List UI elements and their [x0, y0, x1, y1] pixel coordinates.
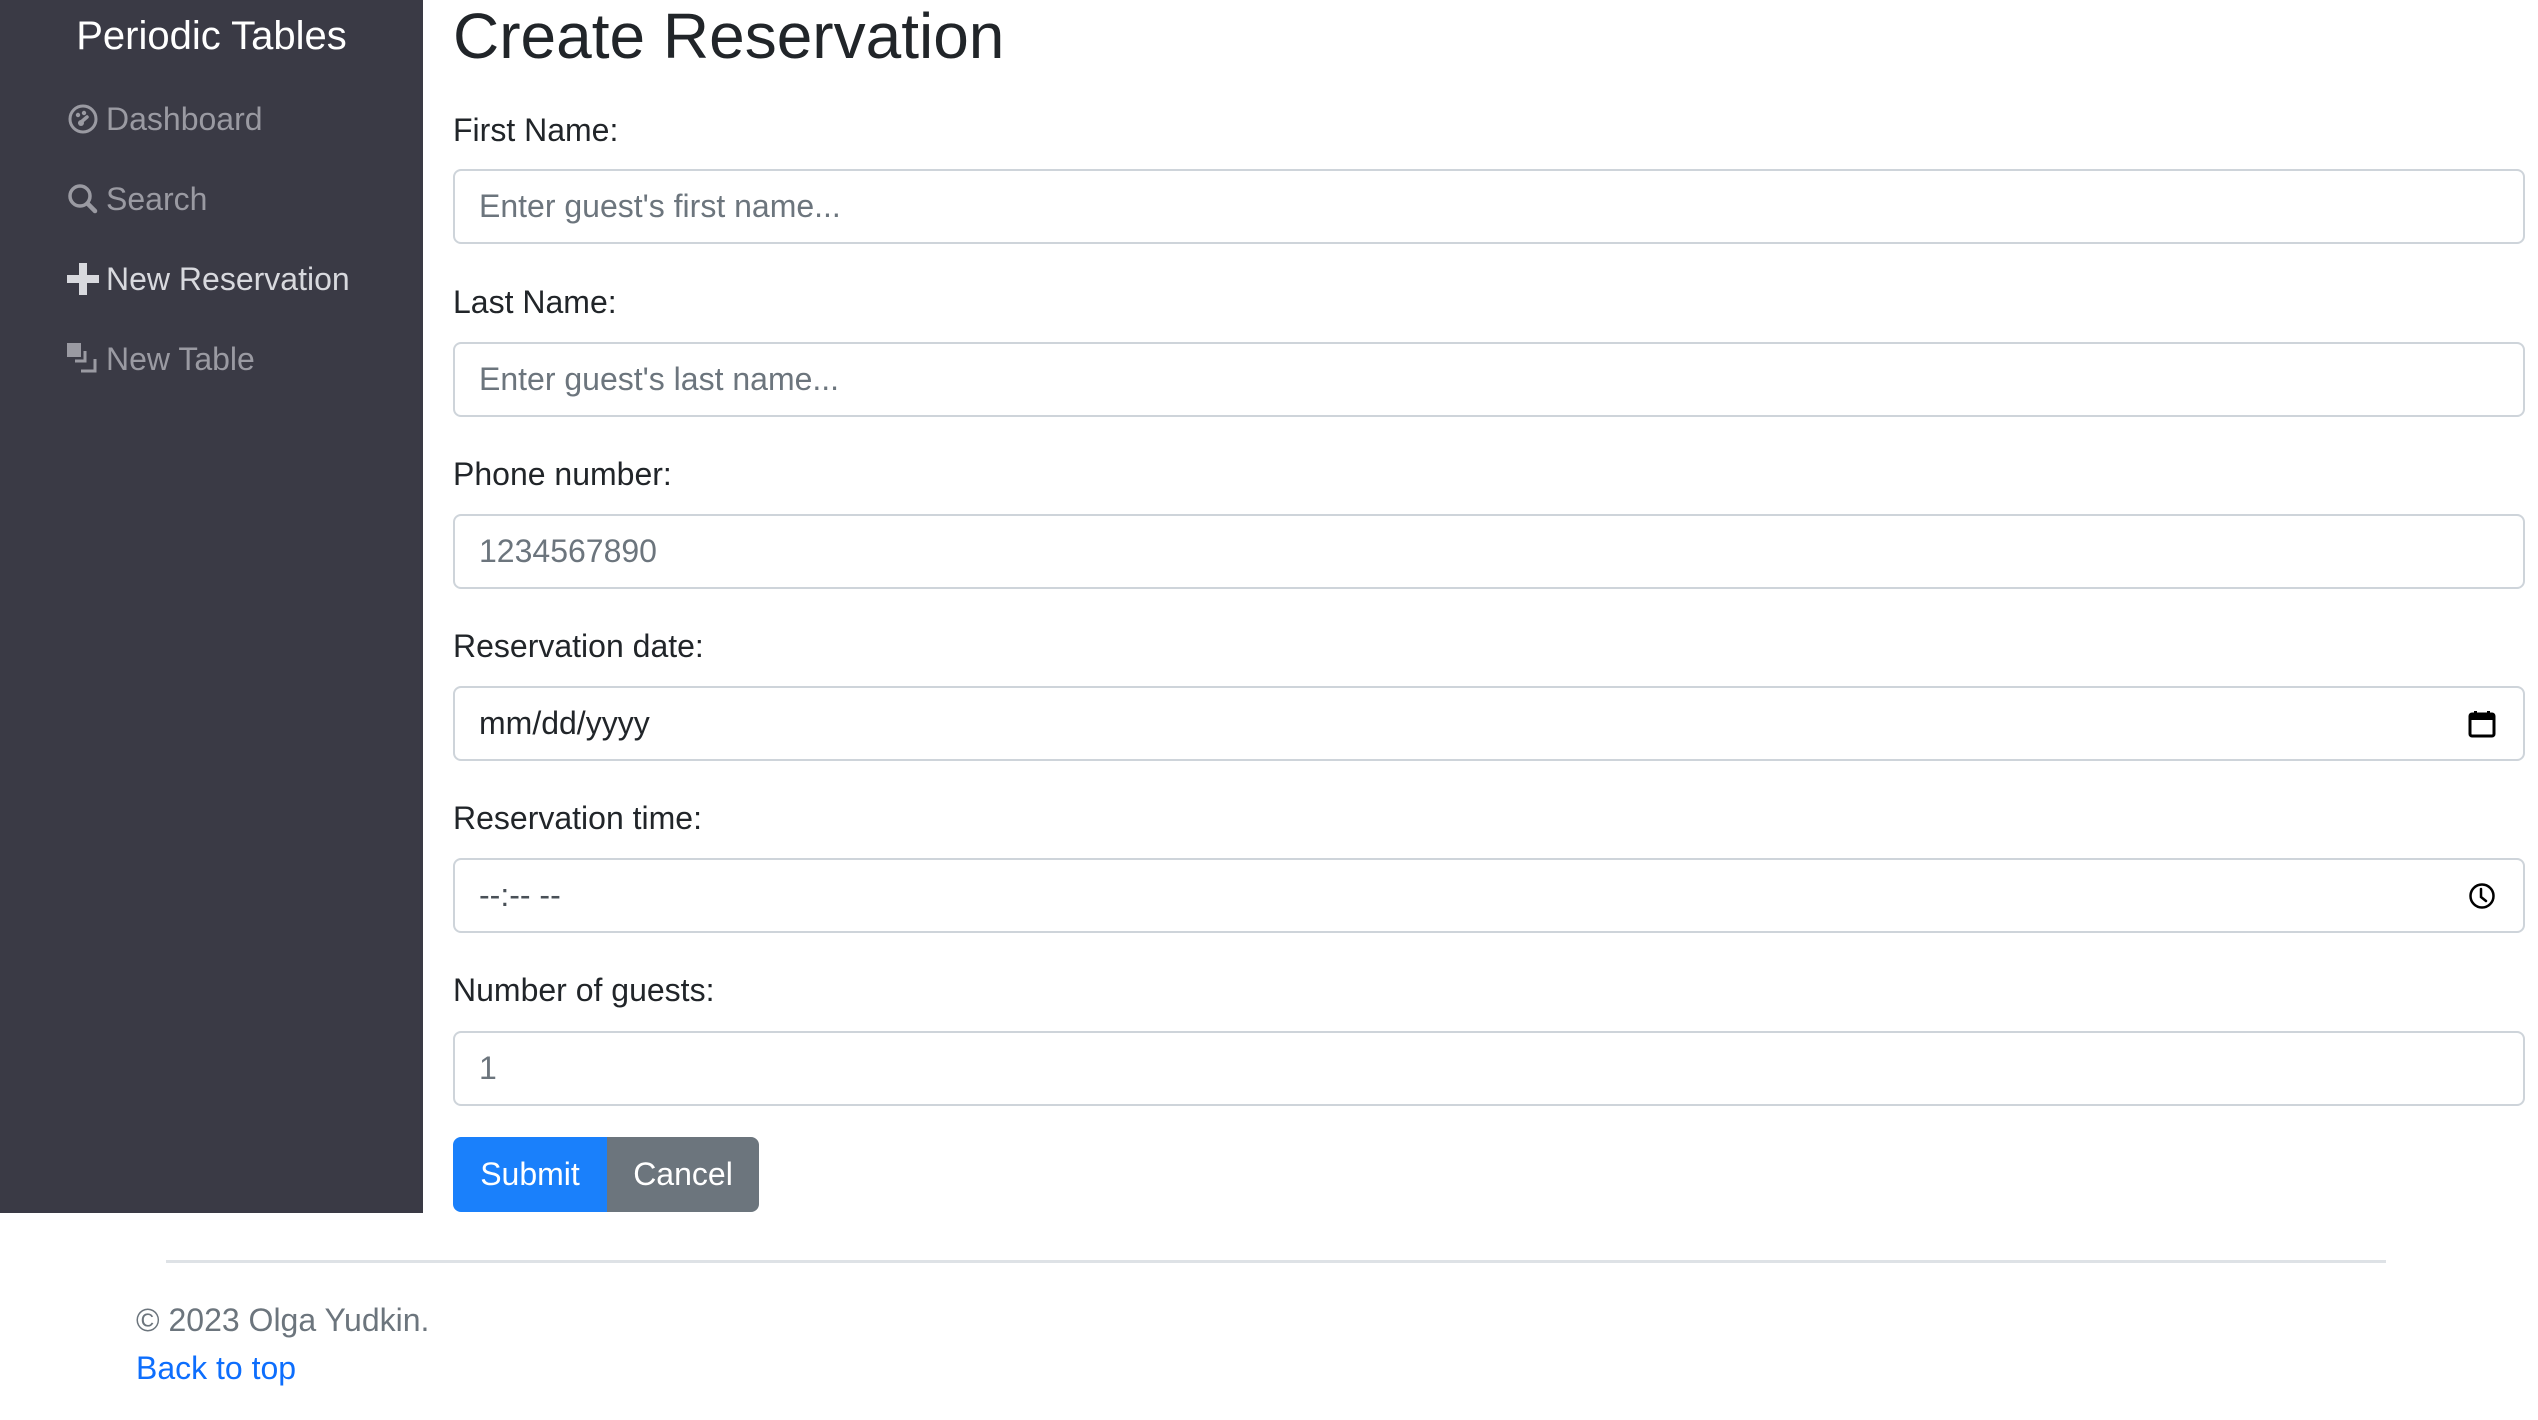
sidebar-item-label: New Table	[106, 340, 255, 377]
footer-divider	[166, 1260, 2386, 1263]
time-input-display: --:-- --	[479, 877, 561, 913]
sidebar-item-label: Search	[106, 180, 208, 217]
sidebar-item-label: New Reservation	[106, 260, 350, 297]
sidebar-item-new-reservation[interactable]: New Reservation	[66, 254, 350, 304]
date-input-display: mm/dd/yyyy	[479, 705, 650, 741]
time-label: Reservation time:	[453, 800, 702, 836]
footer-copyright: © 2023 Olga Yudkin.	[136, 1302, 430, 1338]
cancel-button[interactable]: Cancel	[607, 1137, 759, 1212]
dashboard-icon	[66, 102, 100, 136]
sidebar: Periodic Tables Dashboard Search New Res…	[0, 0, 423, 1213]
layers-icon	[66, 342, 100, 376]
back-to-top-link[interactable]: Back to top	[136, 1348, 296, 1388]
calendar-icon[interactable]	[2465, 707, 2499, 741]
clock-icon[interactable]	[2465, 879, 2499, 913]
submit-button[interactable]: Submit	[453, 1137, 607, 1212]
people-field-wrapper	[453, 1031, 2525, 1106]
plus-icon	[66, 262, 100, 296]
phone-label: Phone number:	[453, 456, 672, 492]
sidebar-item-dashboard[interactable]: Dashboard	[66, 94, 263, 144]
time-input[interactable]: --:-- --	[453, 858, 2525, 933]
first-name-input[interactable]	[479, 188, 2499, 225]
phone-input[interactable]	[479, 533, 2499, 570]
last-name-field-wrapper	[453, 342, 2525, 417]
sidebar-item-new-table[interactable]: New Table	[66, 334, 255, 384]
first-name-label: First Name:	[453, 112, 619, 148]
search-icon	[66, 182, 100, 216]
page-title: Create Reservation	[453, 0, 1005, 72]
last-name-input[interactable]	[479, 361, 2499, 398]
sidebar-item-search[interactable]: Search	[66, 174, 207, 224]
phone-field-wrapper	[453, 514, 2525, 589]
date-input[interactable]: mm/dd/yyyy	[453, 686, 2525, 761]
people-input[interactable]	[479, 1050, 2499, 1087]
people-label: Number of guests:	[453, 972, 715, 1008]
sidebar-item-label: Dashboard	[106, 100, 263, 137]
date-label: Reservation date:	[453, 628, 704, 664]
first-name-field-wrapper	[453, 169, 2525, 244]
brand-title[interactable]: Periodic Tables	[0, 8, 423, 64]
last-name-label: Last Name:	[453, 284, 617, 320]
